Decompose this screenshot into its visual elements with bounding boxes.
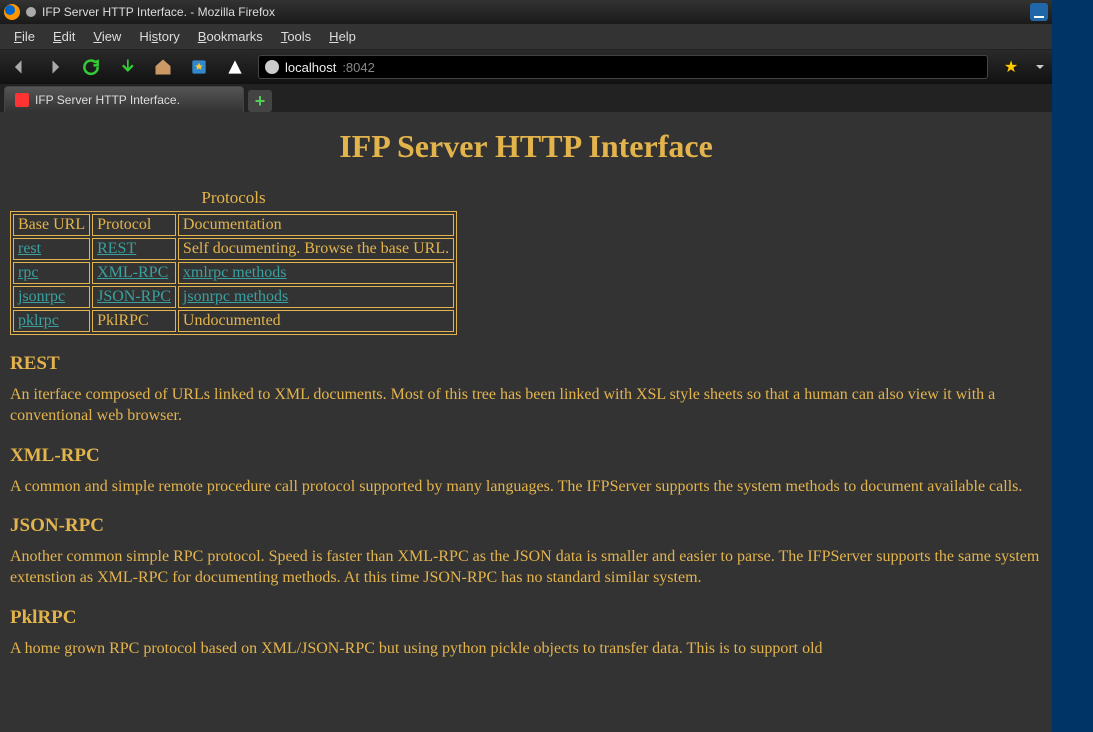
th-protocol: Protocol — [92, 214, 176, 236]
url-port: :8042 — [342, 60, 375, 75]
text-xmlrpc: A common and simple remote procedure cal… — [10, 477, 1042, 498]
table-row: jsonrpc JSON-RPC jsonrpc methods — [13, 286, 454, 308]
back-button[interactable] — [6, 54, 32, 80]
url-bar[interactable]: localhost :8042 — [258, 55, 988, 79]
link-baseurl[interactable]: jsonrpc — [18, 288, 65, 305]
table-row: pklrpc PklRPCUndocumented — [13, 310, 454, 332]
menu-file[interactable]: File — [6, 27, 43, 46]
link-protocol[interactable]: REST — [97, 240, 136, 257]
forward-button[interactable] — [42, 54, 68, 80]
page-content: IFP Server HTTP Interface Protocols Base… — [0, 112, 1052, 732]
text-rest: An iterface composed of URLs linked to X… — [10, 385, 1042, 427]
home-button[interactable] — [150, 54, 176, 80]
cell-protocol: PklRPC — [92, 310, 176, 332]
heading-jsonrpc: JSON-RPC — [10, 515, 1042, 537]
link-protocol[interactable]: XML-RPC — [97, 264, 168, 281]
link-baseurl[interactable]: pklrpc — [18, 312, 59, 329]
toolbar: localhost :8042 ★ — [0, 50, 1052, 84]
heading-rest: REST — [10, 353, 1042, 375]
tab-title: IFP Server HTTP Interface. — [35, 93, 180, 107]
bookmark-star-button[interactable]: ★ — [998, 54, 1024, 80]
table-row: rest REST Self documenting. Browse the bas… — [13, 238, 454, 260]
dropdown-icon[interactable] — [1034, 54, 1046, 80]
text-jsonrpc: Another common simple RPC protocol. Spee… — [10, 547, 1042, 589]
protocols-table: Protocols Base URL Protocol Documentatio… — [10, 185, 457, 335]
cell-documentation: Self documenting. Browse the base URL. — [178, 238, 454, 260]
cell-documentation: Undocumented — [178, 310, 454, 332]
url-host: localhost — [285, 60, 336, 75]
link-baseurl[interactable]: rest — [18, 240, 41, 257]
menu-tools[interactable]: Tools — [273, 27, 319, 46]
titlebar[interactable]: IFP Server HTTP Interface. - Mozilla Fir… — [0, 0, 1052, 24]
tab-favicon-icon — [15, 93, 29, 107]
text-pklrpc: A home grown RPC protocol based on XML/J… — [10, 639, 1042, 660]
new-tab-button[interactable]: + — [248, 90, 272, 112]
menu-help[interactable]: Help — [321, 27, 364, 46]
table-header-row: Base URL Protocol Documentation — [13, 214, 454, 236]
th-base: Base URL — [13, 214, 90, 236]
addon-button[interactable] — [222, 54, 248, 80]
link-baseurl[interactable]: rpc — [18, 264, 38, 281]
window-decoration-icon[interactable] — [26, 7, 36, 17]
link-documentation[interactable]: jsonrpc methods — [183, 288, 288, 305]
window-title: IFP Server HTTP Interface. - Mozilla Fir… — [42, 5, 275, 19]
link-protocol[interactable]: JSON-RPC — [97, 288, 171, 305]
reload-button[interactable] — [78, 54, 104, 80]
download-button[interactable] — [114, 54, 140, 80]
firefox-window: IFP Server HTTP Interface. - Mozilla Fir… — [0, 0, 1052, 732]
heading-pklrpc: PklRPC — [10, 607, 1042, 629]
table-caption: Protocols — [10, 185, 457, 211]
bookmarks-button[interactable] — [186, 54, 212, 80]
table-row: rpc XML-RPC xmlrpc methods — [13, 262, 454, 284]
link-documentation[interactable]: xmlrpc methods — [183, 264, 287, 281]
page-title: IFP Server HTTP Interface — [10, 128, 1042, 165]
tab-bar: IFP Server HTTP Interface. + — [0, 84, 1052, 112]
menubar: File Edit View History Bookmarks Tools H… — [0, 24, 1052, 50]
heading-xmlrpc: XML-RPC — [10, 445, 1042, 467]
menu-history[interactable]: History — [131, 27, 187, 46]
th-documentation: Documentation — [178, 214, 454, 236]
menu-view[interactable]: View — [85, 27, 129, 46]
firefox-icon — [4, 4, 20, 20]
menu-bookmarks[interactable]: Bookmarks — [190, 27, 271, 46]
tab-active[interactable]: IFP Server HTTP Interface. — [4, 86, 244, 112]
site-identity-icon[interactable] — [265, 60, 279, 74]
minimize-button[interactable] — [1030, 3, 1048, 21]
menu-edit[interactable]: Edit — [45, 27, 83, 46]
